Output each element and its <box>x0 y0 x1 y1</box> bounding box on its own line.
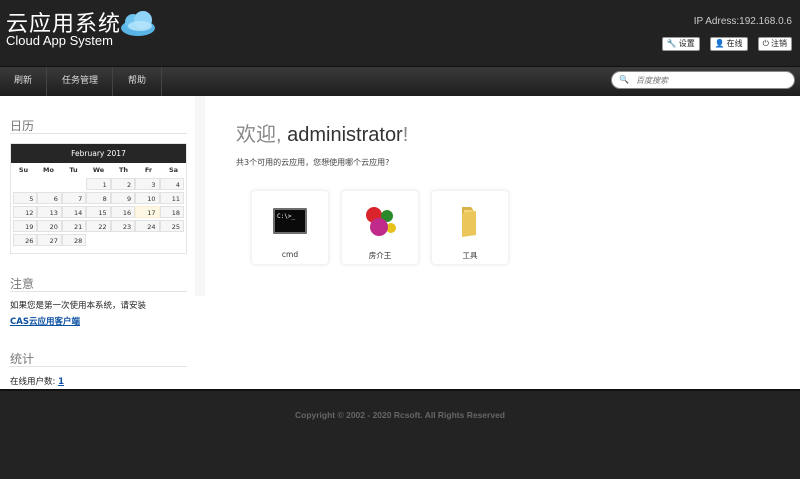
wrench-icon: 🔧 <box>666 39 677 48</box>
weekday-label: Mo <box>43 166 54 174</box>
calendar-day[interactable]: 28 <box>61 234 87 246</box>
app-label: cmd <box>281 250 299 259</box>
calendar-day[interactable]: 22 <box>86 220 111 232</box>
online-users: 在线用户数: 1 <box>10 375 64 387</box>
welcome-subtitle: 共3个可用的云应用，您想使用哪个云应用? <box>236 158 390 167</box>
nav-refresh[interactable]: 刷新 <box>14 67 32 97</box>
divider <box>10 291 187 292</box>
search-input[interactable] <box>636 73 786 87</box>
calendar-day[interactable]: 8 <box>86 192 111 204</box>
app-label: 工具 <box>462 251 478 260</box>
calendar-day[interactable]: 7 <box>61 192 87 204</box>
power-icon: ⏻ <box>762 39 769 48</box>
logo-subtitle: Cloud App System <box>6 33 113 48</box>
calendar-day[interactable]: 23 <box>110 220 136 232</box>
calendar-day-today[interactable]: 17 <box>135 206 160 218</box>
calendar-day-empty <box>135 234 159 246</box>
welcome-suffix: ! <box>402 124 409 146</box>
calendar-day-empty <box>86 234 110 246</box>
header: 云应用系统 Cloud App System IP Adress:192.168… <box>0 0 800 66</box>
calendar-day[interactable]: 25 <box>159 220 184 232</box>
calendar-day[interactable]: 1 <box>86 178 111 190</box>
calendar-day[interactable]: 10 <box>135 192 160 204</box>
calendar-weekdays: Su Mo Tu We Th Fr Sa <box>11 163 186 178</box>
cloud-logo-icon <box>121 11 155 36</box>
main-content: 日历 February 2017 Su Mo Tu We Th Fr Sa 12345678… <box>0 96 800 389</box>
cmd-icon: C:\>_ <box>273 208 307 234</box>
calendar: February 2017 Su Mo Tu We Th Fr Sa 1 2 3 4 5 6 7 8 9 10… <box>10 143 187 254</box>
app-balls-icon <box>366 207 396 236</box>
calendar-day[interactable]: 5 <box>13 192 38 204</box>
app-tile-cmd[interactable]: C:\>_ cmd <box>251 190 329 265</box>
nav-task-manager[interactable]: 任务管理 <box>62 67 98 97</box>
calendar-day[interactable]: 6 <box>37 192 62 204</box>
calendar-day[interactable]: 26 <box>13 234 38 246</box>
weekday-label: Fr <box>144 166 153 174</box>
search-icon: 🔍 <box>619 75 629 84</box>
welcome-user: administrator <box>287 124 403 146</box>
calendar-day-empty <box>13 178 37 190</box>
settings-button[interactable]: 🔧 设置 <box>661 37 700 51</box>
calendar-day[interactable]: 19 <box>13 220 38 232</box>
nav-divider <box>46 67 47 97</box>
welcome-heading: 欢迎, administrator! <box>236 118 408 147</box>
client-download-link[interactable]: CAS云应用客户端 <box>10 315 80 327</box>
weekday-label: Su <box>18 166 29 174</box>
notice-heading: 注意 <box>10 277 35 291</box>
divider <box>10 133 187 134</box>
calendar-day[interactable]: 9 <box>110 192 136 204</box>
search-box[interactable]: 🔍 <box>611 71 795 89</box>
calendar-day[interactable]: 13 <box>37 206 62 218</box>
calendar-day-empty <box>160 234 184 246</box>
weekday-label: Th <box>118 166 129 174</box>
weekday-label: Tu <box>69 166 78 174</box>
sidebar: 日历 February 2017 Su Mo Tu We Th Fr Sa 12345678… <box>0 96 205 389</box>
calendar-day[interactable]: 2 <box>110 178 136 190</box>
calendar-days: 1 2 3 4 5 6 7 8 9 10 11 12 13 14 15 16 17 18 19 20 21 22 23 24 2… <box>11 178 186 246</box>
nav-divider <box>112 67 113 97</box>
calendar-heading: 日历 <box>10 119 35 133</box>
user-icon: 👤 <box>714 39 725 48</box>
calendar-day-empty <box>62 178 86 190</box>
online-button[interactable]: 👤 在线 <box>709 37 748 51</box>
weekday-label: We <box>92 166 105 174</box>
logout-button[interactable]: ⏻ 注销 <box>757 37 792 51</box>
calendar-day-empty <box>111 234 135 246</box>
calendar-day-empty <box>37 178 61 190</box>
calendar-day[interactable]: 11 <box>159 192 184 204</box>
calendar-day[interactable]: 3 <box>135 178 160 190</box>
calendar-day[interactable]: 20 <box>37 220 62 232</box>
calendar-day[interactable]: 4 <box>159 178 184 190</box>
calendar-day[interactable]: 14 <box>61 206 87 218</box>
nav-help[interactable]: 帮助 <box>128 67 146 97</box>
weekday-label: Sa <box>168 166 179 174</box>
app-label: 房介王 <box>368 251 392 260</box>
calendar-day[interactable]: 21 <box>61 220 87 232</box>
online-users-label: 在线用户数: <box>10 377 56 387</box>
footer: Copyright © 2002 - 2020 Rcsoft. All Righ… <box>0 389 800 479</box>
ip-address: IP Adress:192.168.0.6 <box>693 16 792 27</box>
online-users-count[interactable]: 1 <box>58 377 64 387</box>
app-tile-tools[interactable]: 工具 <box>431 190 509 265</box>
calendar-month: February 2017 <box>11 144 186 163</box>
calendar-day[interactable]: 15 <box>86 206 111 218</box>
divider <box>10 366 187 367</box>
svg-text:C:\>_: C:\>_ <box>277 213 295 220</box>
calendar-day[interactable]: 27 <box>37 234 62 246</box>
copyright: Copyright © 2002 - 2020 Rcsoft. All Righ… <box>294 410 505 420</box>
welcome-prefix: 欢迎, <box>236 124 288 146</box>
calendar-day[interactable]: 24 <box>135 220 160 232</box>
sidebar-divider <box>195 96 205 296</box>
stats-heading: 统计 <box>10 352 35 366</box>
calendar-day[interactable]: 16 <box>110 206 136 218</box>
calendar-day[interactable]: 12 <box>13 206 38 218</box>
calendar-day[interactable]: 18 <box>159 206 184 218</box>
folder-icon <box>462 207 476 237</box>
notice-text: 如果您是第一次使用本系统，请安装 <box>10 301 147 311</box>
app-tile-agent[interactable]: 房介王 <box>341 190 419 265</box>
nav-divider <box>161 67 162 97</box>
